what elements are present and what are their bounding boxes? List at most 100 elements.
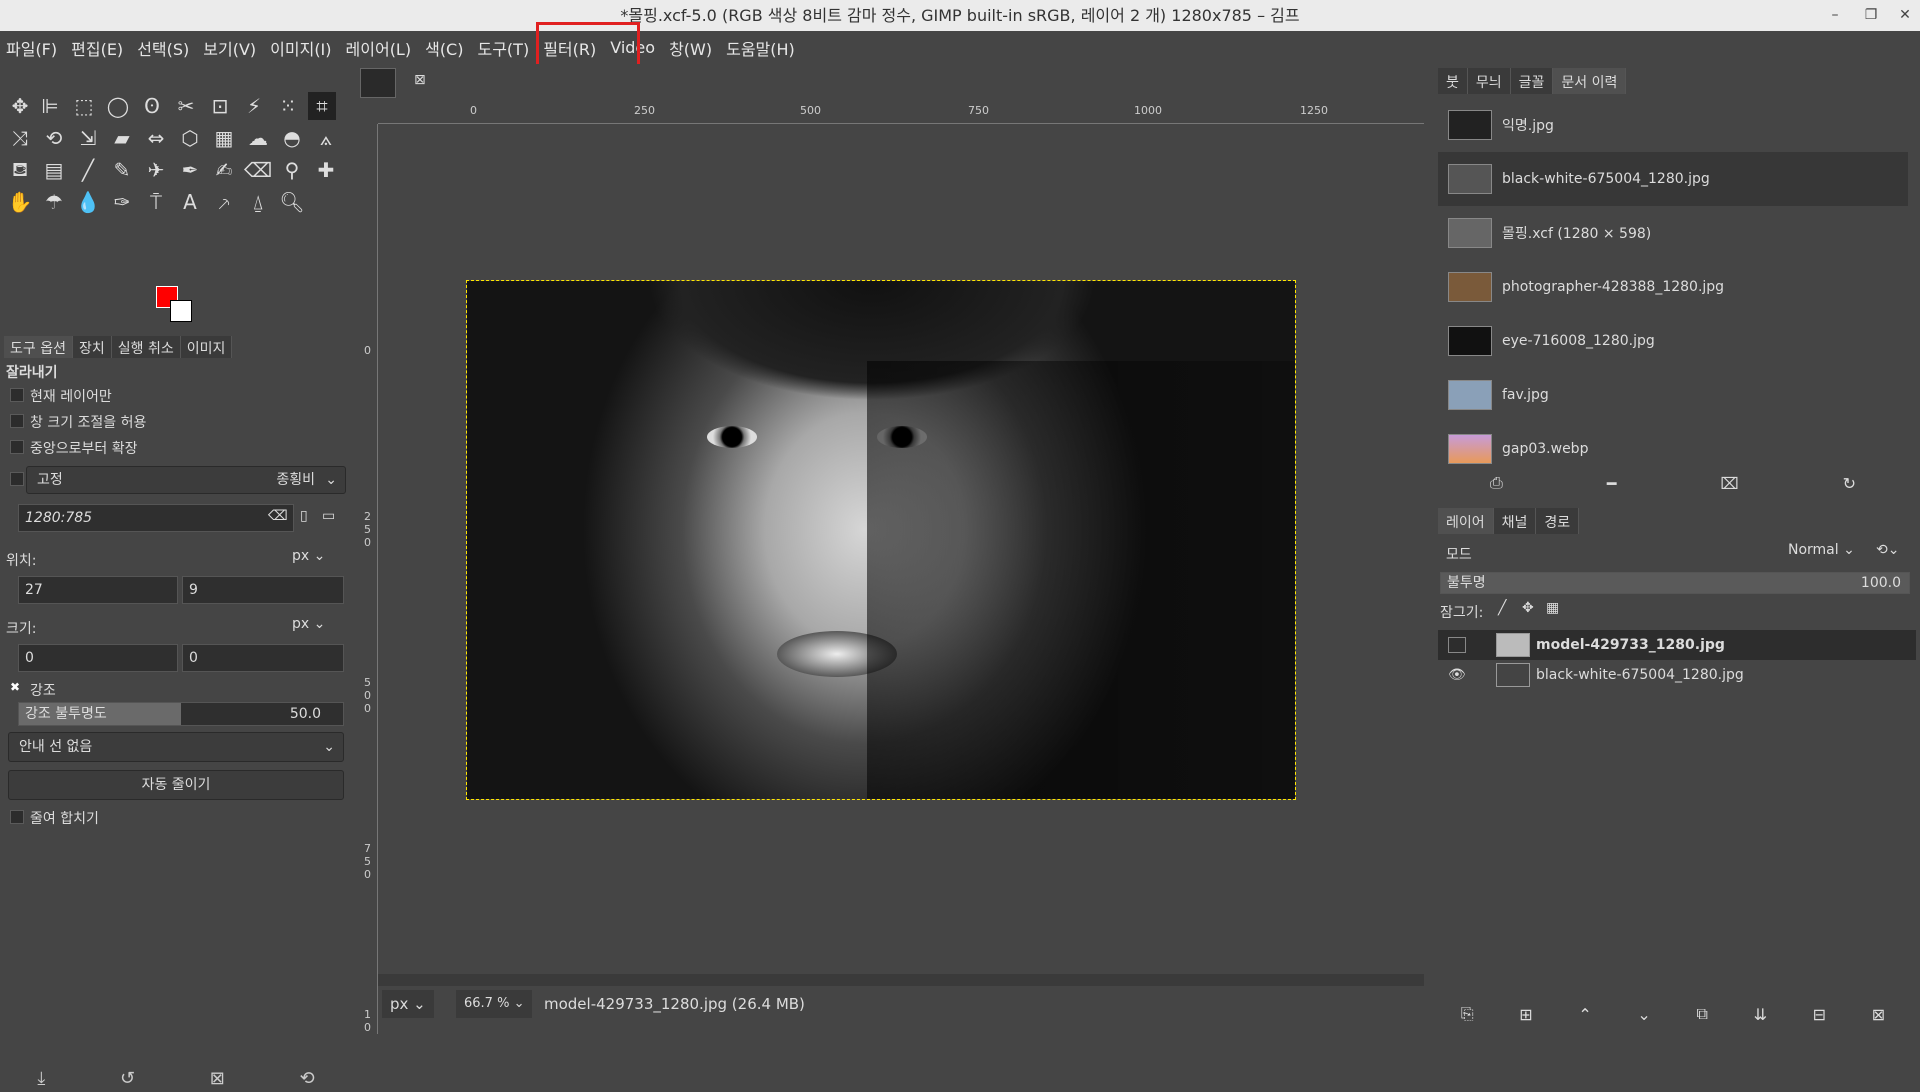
menu-windows[interactable]: 창(W) (669, 36, 712, 60)
image-canvas[interactable] (466, 280, 1296, 800)
tab-channels[interactable]: 채널 (1493, 508, 1537, 534)
pencil-icon[interactable]: ✎ (108, 156, 136, 184)
save-options-icon[interactable]: ⤓ (37, 1068, 45, 1089)
tab-patterns[interactable]: 무늬 (1467, 68, 1511, 94)
list-item[interactable]: 익명.jpg (1438, 98, 1908, 152)
tab-document-history[interactable]: 문서 이력 (1553, 68, 1627, 94)
layer-row[interactable]: model-429733_1280.jpg (1438, 630, 1916, 660)
layer-row[interactable]: 👁 black-white-675004_1280.jpg (1438, 660, 1916, 690)
list-item[interactable]: black-white-675004_1280.jpg (1438, 152, 1908, 206)
size-unit-dropdown[interactable]: px ⌄ (292, 616, 325, 632)
layer-mask-icon[interactable]: ⊟ (1813, 1005, 1826, 1024)
rect-select-icon[interactable]: ⬚ (70, 92, 98, 120)
lower-layer-icon[interactable]: ⌄ (1637, 1005, 1650, 1024)
dodge-burn-icon[interactable]: 💧 (74, 188, 102, 216)
refresh-icon[interactable]: ↻ (1843, 474, 1856, 493)
menu-select[interactable]: 선택(S) (137, 36, 189, 60)
unit-dropdown[interactable]: px ⌄ (382, 990, 434, 1018)
tab-tool-options[interactable]: 도구 옵션 (4, 336, 73, 358)
color-picker-icon[interactable]: ⸕ (210, 188, 238, 216)
page-icon[interactable]: ▯ (300, 508, 308, 524)
opacity-slider[interactable]: 불투명 100.0 (1440, 572, 1910, 594)
position-y-input[interactable]: 9 (182, 576, 344, 604)
tab-devices[interactable]: 장치 (72, 336, 112, 358)
menu-help[interactable]: 도움말(H) (726, 36, 795, 60)
restore-options-icon[interactable]: ↺ (120, 1068, 135, 1089)
tab-brushes[interactable]: 붓 (1438, 68, 1468, 94)
3d-transform-icon[interactable]: ⬡ (176, 124, 204, 152)
close-button[interactable]: ✕ (1890, 0, 1920, 31)
menu-layer[interactable]: 레이어(L) (346, 36, 412, 60)
list-item[interactable]: photographer-428388_1280.jpg (1438, 260, 1908, 314)
by-color-select-icon[interactable]: ⁙ (274, 92, 302, 120)
gradient-icon[interactable]: ▤ (40, 156, 68, 184)
tab-paths[interactable]: 경로 (1536, 508, 1580, 534)
mode-dropdown[interactable]: Normal ⌄ (1788, 542, 1855, 558)
ellipse-select-icon[interactable]: ◯ (104, 92, 132, 120)
merge-down-icon[interactable]: ⇊ (1754, 1005, 1767, 1024)
menu-image[interactable]: 이미지(I) (270, 36, 331, 60)
text-tool-icon[interactable]: A (176, 188, 204, 216)
warp-icon[interactable]: ☁ (244, 124, 272, 152)
allow-grow-checkbox[interactable] (10, 414, 24, 428)
menu-view[interactable]: 보기(V) (203, 36, 256, 60)
scissors-icon[interactable]: ✂ (172, 92, 200, 120)
smudge-icon[interactable]: ✋ (6, 188, 34, 216)
visibility-toggle[interactable] (1448, 637, 1466, 653)
foreground-select-icon[interactable]: ⊡ (206, 92, 234, 120)
mode-reset-icon[interactable]: ⟲⌄ (1876, 542, 1899, 558)
delete-options-icon[interactable]: ⊠ (210, 1068, 225, 1089)
horizontal-scrollbar[interactable] (378, 974, 1424, 986)
bucket-fill-icon[interactable]: ⛾ (6, 156, 34, 184)
auto-shrink-button[interactable]: 자동 줄이기 (8, 770, 344, 800)
lock-pixels-icon[interactable]: ╱ (1498, 600, 1506, 616)
move-tool-icon[interactable]: ✥ (6, 92, 34, 120)
delete-layer-icon[interactable]: ⊠ (1872, 1005, 1885, 1024)
mypaint-brush-icon[interactable]: ✍ (210, 156, 238, 184)
unified-transform-icon[interactable]: ⤨ (6, 124, 34, 152)
zoom-dropdown[interactable]: 66.7 % ⌄ (456, 990, 533, 1018)
tab-images[interactable]: 이미지 (180, 336, 233, 358)
raise-layer-icon[interactable]: ⌃ (1578, 1005, 1591, 1024)
list-item[interactable]: eye-716008_1280.jpg (1438, 314, 1908, 368)
lock-position-icon[interactable]: ✥ (1522, 600, 1534, 616)
open-image-icon[interactable]: ⎙ (1490, 473, 1503, 493)
tab-fonts[interactable]: 글꼴 (1510, 68, 1554, 94)
menu-colors[interactable]: 색(C) (425, 36, 463, 60)
position-x-input[interactable]: 27 (18, 576, 178, 604)
new-group-icon[interactable]: ⊞ (1519, 1005, 1532, 1024)
background-color[interactable] (170, 300, 192, 322)
new-layer-icon[interactable]: ⎘ (1461, 1004, 1474, 1024)
align-tool-icon[interactable]: ⊫ (36, 92, 64, 120)
blur-icon[interactable]: ☂ (40, 188, 68, 216)
airbrush-icon[interactable]: ✈ (142, 156, 170, 184)
list-item[interactable]: 몰핑.xcf (1280 × 598) (1438, 206, 1908, 260)
size-width-input[interactable]: 0 (18, 644, 178, 672)
tab-undo-history[interactable]: 실행 취소 (111, 336, 181, 358)
menu-tools[interactable]: 도구(T) (477, 36, 529, 60)
eye-icon[interactable]: 👁 (1448, 667, 1466, 683)
flip-icon[interactable]: ⇔ (142, 124, 170, 152)
rotate-icon[interactable]: ⟲ (40, 124, 68, 152)
reset-options-icon[interactable]: ⟲ (300, 1068, 315, 1089)
fixed-mode-dropdown[interactable]: 고정 종횡비 ⌄ (26, 466, 346, 494)
fuzzy-select-icon[interactable]: ⚡ (240, 92, 268, 120)
duplicate-layer-icon[interactable]: ⧉ (1696, 1004, 1707, 1024)
measure-icon[interactable]: ⍑ (142, 188, 170, 216)
menu-edit[interactable]: 편집(E) (71, 36, 123, 60)
image-tab-thumbnail[interactable] (360, 68, 396, 98)
lasso-icon[interactable]: ʘ (138, 92, 166, 120)
size-height-input[interactable]: 0 (182, 644, 344, 672)
highlight-opacity-slider[interactable]: 강조 불투명도 50.0 (18, 702, 344, 726)
clear-history-icon[interactable]: ⌧ (1720, 474, 1738, 493)
ink-icon[interactable]: ✒ (176, 156, 204, 184)
fixed-checkbox[interactable] (10, 472, 24, 486)
eraser-icon[interactable]: ⌫ (244, 156, 272, 184)
guides-dropdown[interactable]: 안내 선 없음 ⌄ (8, 732, 344, 762)
compass-icon[interactable]: ⍙ (244, 188, 272, 216)
clone-icon[interactable]: ⚲ (278, 156, 306, 184)
paths-icon[interactable]: ✑ (108, 188, 136, 216)
handle-transform-icon[interactable]: ◓ (278, 124, 306, 152)
ratio-input[interactable]: 1280:785 (18, 504, 294, 532)
clear-icon[interactable]: ⌫ (268, 508, 288, 524)
